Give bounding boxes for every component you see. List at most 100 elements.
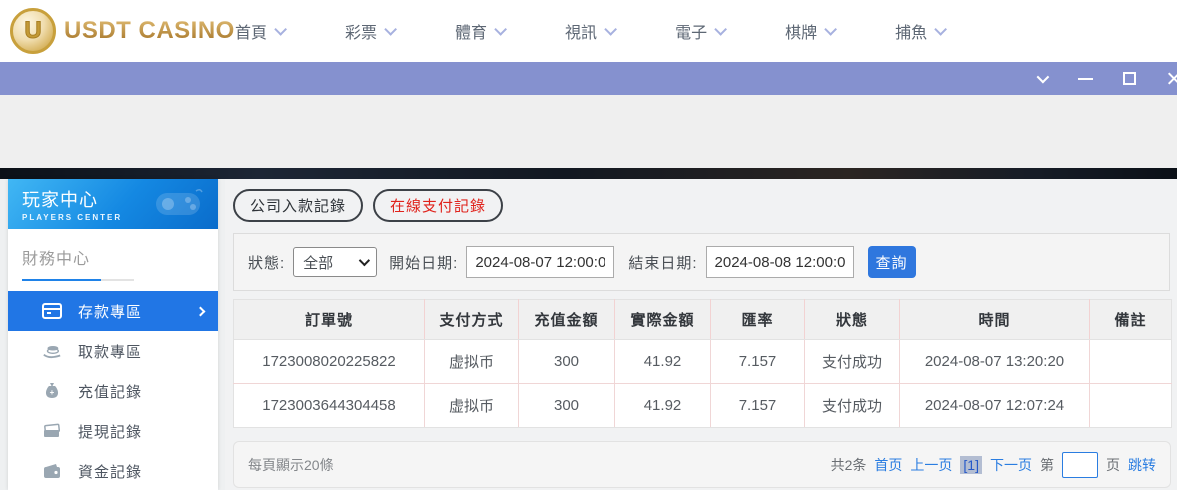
nav-label: 體育 — [455, 19, 487, 43]
nav-item-fishing[interactable]: 捕魚 — [895, 19, 943, 43]
sidebar-item-label: 提現記錄 — [78, 421, 142, 442]
filter-bar: 狀態: 全部 開始日期: 結束日期: 查詢 — [233, 233, 1170, 291]
cell-actual-amount: 41.92 — [615, 340, 711, 384]
start-date-label: 開始日期: — [389, 252, 458, 273]
prev-page-link[interactable]: 上一页 — [910, 455, 952, 475]
top-header: U USDT CASINO 首頁 彩票 體育 視訊 電子 — [0, 0, 1177, 62]
cell-order-no: 1723003644304458 — [234, 384, 425, 428]
end-date-label: 結束日期: — [628, 252, 697, 273]
brand-name: USDT CASINO — [64, 17, 235, 45]
banknotes-icon — [42, 422, 62, 440]
sidebar: 玩家中心 PLAYERS CENTER 財務中心 — [8, 179, 218, 490]
minimize-icon[interactable] — [1074, 68, 1096, 90]
nav-item-electronic[interactable]: 電子 — [675, 19, 723, 43]
content-area: 玩家中心 PLAYERS CENTER 財務中心 — [0, 179, 1177, 490]
maximize-icon[interactable] — [1118, 68, 1140, 90]
cell-order-no: 1723008020225822 — [234, 340, 425, 384]
nav-item-lottery[interactable]: 彩票 — [345, 19, 393, 43]
nav-label: 電子 — [675, 19, 707, 43]
nav-label: 捕魚 — [895, 19, 927, 43]
status-select[interactable]: 全部 — [293, 247, 377, 277]
sidebar-item-label: 資金記錄 — [78, 461, 142, 482]
nav-label: 首頁 — [235, 19, 267, 43]
nav-item-chess[interactable]: 棋牌 — [785, 19, 833, 43]
cell-remark — [1090, 340, 1172, 384]
sidebar-section-label: 財務中心 — [22, 245, 218, 269]
main-panel: 公司入款記錄 在線支付記錄 狀態: 全部 開始日期: 結束日期: 查詢 — [225, 179, 1177, 490]
page-jump-input[interactable] — [1062, 452, 1098, 478]
close-icon[interactable] — [1162, 68, 1177, 90]
cell-time: 2024-08-07 12:07:24 — [900, 384, 1090, 428]
sidebar-item-withdraw[interactable]: 取款專區 — [8, 331, 218, 371]
jump-button[interactable]: 跳转 — [1128, 455, 1156, 475]
nav-label: 棋牌 — [785, 19, 817, 43]
sidebar-item-funds-record[interactable]: 資金記錄 — [8, 451, 218, 490]
chevron-down-icon — [604, 23, 617, 36]
first-page-link[interactable]: 首页 — [874, 455, 902, 475]
nav-label: 視訊 — [565, 19, 597, 43]
record-tabs: 公司入款記錄 在線支付記錄 — [225, 179, 1177, 222]
chevron-down-icon — [714, 23, 727, 36]
cell-time: 2024-08-07 13:20:20 — [900, 340, 1090, 384]
logo-letter: U — [24, 17, 41, 45]
col-actual-amount: 實際金額 — [615, 300, 711, 340]
tab-online-payment-record[interactable]: 在線支付記錄 — [373, 189, 503, 222]
money-bag-icon: + — [42, 382, 62, 400]
status-select-value: 全部 — [303, 252, 333, 273]
sidebar-section: 財務中心 — [8, 229, 218, 281]
sidebar-item-label: 充值記錄 — [78, 381, 142, 402]
next-page-link[interactable]: 下一页 — [990, 455, 1032, 475]
brand-logo[interactable]: U USDT CASINO — [10, 8, 235, 54]
chevron-down-icon — [359, 255, 370, 266]
cell-exchange-rate: 7.157 — [711, 384, 805, 428]
chevron-down-icon — [384, 23, 397, 36]
gamepad-icon — [152, 187, 204, 221]
chevron-right-icon — [196, 306, 206, 316]
table-header-row: 訂單號 支付方式 充值金額 實際金額 匯率 狀態 時間 備註 — [234, 300, 1172, 340]
end-date-input[interactable] — [706, 246, 854, 278]
search-button[interactable]: 查詢 — [868, 246, 916, 278]
col-payment-method: 支付方式 — [425, 300, 519, 340]
current-page-indicator: [1] — [960, 456, 982, 474]
sidebar-item-withdraw-record[interactable]: 提現記錄 — [8, 411, 218, 451]
deposit-card-icon — [42, 302, 62, 320]
logo-icon: U — [10, 8, 56, 54]
app-window: U USDT CASINO 首頁 彩票 體育 視訊 電子 — [0, 0, 1177, 490]
nav-item-sports[interactable]: 體育 — [455, 19, 503, 43]
start-date-input[interactable] — [466, 246, 614, 278]
col-status: 狀態 — [805, 300, 900, 340]
chevron-down-icon — [824, 23, 837, 36]
sidebar-item-deposit[interactable]: 存款專區 — [8, 291, 218, 331]
records-table: 訂單號 支付方式 充值金額 實際金額 匯率 狀態 時間 備註 172300802… — [233, 299, 1172, 428]
col-recharge-amount: 充值金額 — [519, 300, 615, 340]
chevron-down-icon — [494, 23, 507, 36]
jump-suffix-label: 页 — [1106, 455, 1120, 475]
cell-remark — [1090, 384, 1172, 428]
cell-actual-amount: 41.92 — [615, 384, 711, 428]
sidebar-header: 玩家中心 PLAYERS CENTER — [8, 179, 218, 229]
status-label: 狀態: — [248, 252, 285, 273]
sidebar-item-label: 取款專區 — [78, 341, 142, 362]
jump-prefix-label: 第 — [1040, 455, 1054, 475]
col-order-no: 訂單號 — [234, 300, 425, 340]
page-size-text: 每頁顯示20條 — [248, 455, 334, 475]
sidebar-menu: 存款專區 取款專區 + 充值記錄 — [8, 291, 218, 490]
table-row: 1723003644304458 虚拟币 300 41.92 7.157 支付成… — [234, 384, 1172, 428]
cell-status: 支付成功 — [805, 340, 900, 384]
spacer-zone — [0, 95, 1177, 168]
col-exchange-rate: 匯率 — [711, 300, 805, 340]
table-row: 1723008020225822 虚拟币 300 41.92 7.157 支付成… — [234, 340, 1172, 384]
cell-recharge-amount: 300 — [519, 384, 615, 428]
dark-divider-strip — [0, 168, 1177, 179]
hand-coin-icon — [42, 342, 62, 360]
nav-item-video[interactable]: 視訊 — [565, 19, 613, 43]
nav-item-home[interactable]: 首頁 — [235, 19, 283, 43]
sidebar-item-recharge-record[interactable]: + 充值記錄 — [8, 371, 218, 411]
pagination-bar: 每頁顯示20條 共2条 首页 上一页 [1] 下一页 第 页 跳转 — [233, 441, 1171, 488]
cell-payment-method: 虚拟币 — [425, 384, 519, 428]
dropdown-chevron-icon[interactable] — [1030, 68, 1052, 90]
window-title-bar — [0, 62, 1177, 95]
nav-label: 彩票 — [345, 19, 377, 43]
cell-exchange-rate: 7.157 — [711, 340, 805, 384]
tab-company-deposit-record[interactable]: 公司入款記錄 — [233, 189, 363, 222]
